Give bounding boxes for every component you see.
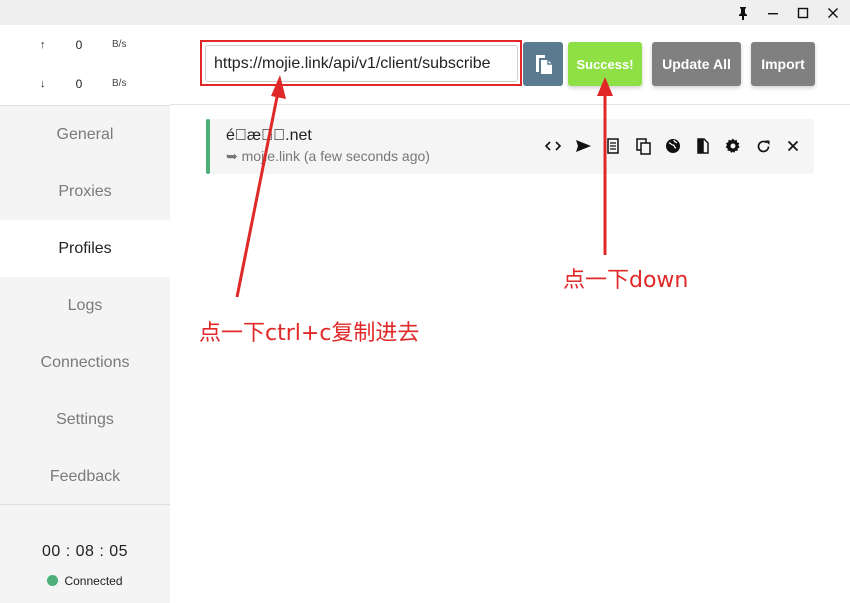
title-bar [0,0,850,25]
download-arrow-icon: ↓ [40,78,46,90]
uptime-timer: 00 : 08 : 05 [41,543,129,560]
close-window-icon[interactable] [818,0,848,25]
pin-icon[interactable] [728,0,758,25]
profile-name: é æ  .net [226,127,312,144]
paste-icon [536,55,552,74]
profile-card[interactable]: é æ  .net ➥ mojie.link (a few seconds ag… [206,119,814,174]
upload-unit: B/s [112,39,127,50]
sidebar-item-connections[interactable]: Connections [0,334,170,391]
sidebar-divider [0,504,170,505]
gear-icon[interactable] [718,135,748,157]
sidebar-item-profiles[interactable]: Profiles [0,220,170,277]
connection-status: Connected [0,574,170,588]
traffic-panel: ↑ 0 B/s ↓ 0 B/s [0,25,170,106]
file-diff-icon[interactable] [688,135,718,157]
copy-icon[interactable] [628,135,658,157]
header-divider [170,104,850,105]
annotation-right-text: 点一下down [563,268,689,293]
update-all-button[interactable]: Update All [652,42,741,86]
profile-actions [538,135,808,157]
upload-arrow-icon: ↑ [40,39,46,51]
code-icon[interactable] [538,135,568,157]
list-icon[interactable] [598,135,628,157]
download-unit: B/s [112,78,127,89]
profile-source: ➥ mojie.link (a few seconds ago) [226,148,430,164]
close-icon[interactable] [778,135,808,157]
sidebar: ↑ 0 B/s ↓ 0 B/s General Proxies Profiles… [0,25,170,603]
sidebar-item-feedback[interactable]: Feedback [0,448,170,505]
refresh-icon[interactable] [748,135,778,157]
sidebar-item-general[interactable]: General [0,106,170,163]
upload-rate: ↑ 0 B/s [0,36,170,56]
profile-selected-indicator [206,119,210,174]
send-icon[interactable] [568,135,598,157]
upload-value: 0 [75,38,83,52]
success-button[interactable]: Success! [568,42,642,86]
maximize-icon[interactable] [788,0,818,25]
import-button[interactable]: Import [751,42,815,86]
annotation-left-text: 点一下ctrl+c复制进去 [199,321,420,346]
globe-icon[interactable] [658,135,688,157]
minimize-icon[interactable] [758,0,788,25]
sidebar-item-proxies[interactable]: Proxies [0,163,170,220]
sidebar-item-settings[interactable]: Settings [0,391,170,448]
annotation-highlight-box [200,40,522,86]
download-rate: ↓ 0 B/s [0,75,170,95]
download-value: 0 [75,77,83,91]
status-dot-icon [47,575,59,586]
sidebar-item-logs[interactable]: Logs [0,277,170,334]
paste-button[interactable] [523,42,563,86]
connection-status-label: Connected [64,574,123,588]
